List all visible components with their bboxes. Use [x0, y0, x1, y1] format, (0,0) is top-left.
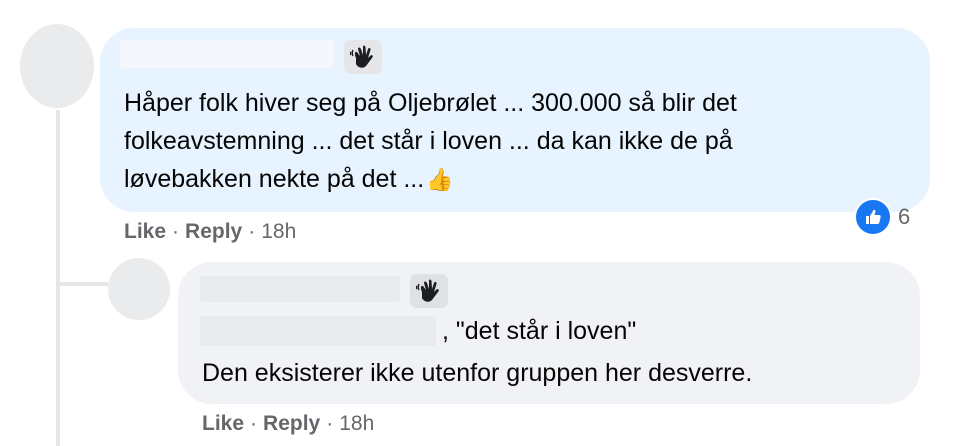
action-separator: · [172, 220, 180, 243]
reaction-count: 6 [898, 204, 911, 229]
thumbs-up-emoji: 👍 [426, 167, 454, 192]
reply-text-line1: , "det står i loven" [442, 317, 637, 345]
reaction-summary[interactable]: 6 [854, 198, 910, 236]
reply-button[interactable]: Reply [185, 220, 242, 243]
like-button[interactable]: Like [202, 412, 244, 435]
reply-avatar[interactable] [108, 258, 170, 320]
community-badge[interactable] [410, 274, 448, 308]
reply-actions: Like · Reply · 18h [202, 412, 374, 436]
like-button[interactable]: Like [124, 220, 166, 243]
thread-line-vertical [56, 110, 60, 446]
reply-author-name[interactable] [200, 276, 400, 302]
comment-line: Håper folk hiver seg på Oljebrølet ... 3… [124, 89, 737, 117]
mentioned-user-tag[interactable] [200, 316, 436, 346]
reply-text-line2: Den eksisterer ikke utenfor gruppen her … [202, 359, 753, 387]
thread-line-branch [56, 282, 108, 286]
comment-actions: Like · Reply · 18h [124, 220, 296, 244]
comment-line: folkeavstemning ... det står i loven ...… [124, 127, 733, 155]
waving-hand-icon [350, 45, 373, 68]
action-separator: · [250, 412, 258, 435]
comment-text: Håper folk hiver seg på Oljebrølet ... 3… [124, 84, 737, 199]
commenter-name[interactable] [120, 40, 334, 68]
comment-timestamp[interactable]: 18h [261, 220, 296, 243]
commenter-avatar[interactable] [20, 24, 94, 108]
community-badge[interactable] [344, 40, 382, 74]
comment-line: løvebakken nekte på det ...👍 [124, 165, 454, 193]
reply-timestamp[interactable]: 18h [339, 412, 374, 435]
like-reaction-icon [854, 198, 892, 236]
action-separator: · [326, 412, 334, 435]
waving-hand-icon [416, 279, 439, 302]
reply-button[interactable]: Reply [263, 412, 320, 435]
action-separator: · [248, 220, 256, 243]
